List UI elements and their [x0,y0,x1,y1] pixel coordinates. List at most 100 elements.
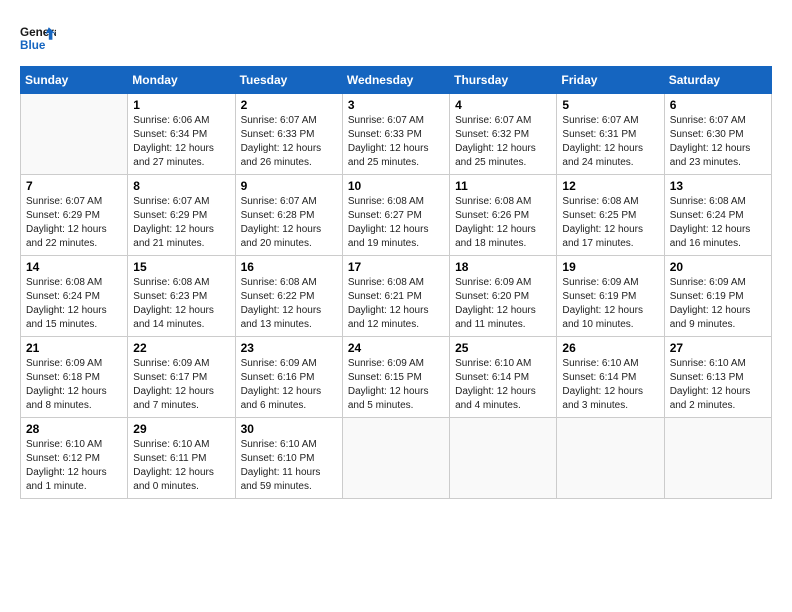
day-number: 21 [26,341,122,355]
calendar-day-13: 13Sunrise: 6:08 AM Sunset: 6:24 PM Dayli… [664,175,771,256]
day-number: 7 [26,179,122,193]
svg-text:Blue: Blue [20,39,46,52]
empty-cell [450,418,557,499]
day-number: 20 [670,260,766,274]
day-info: Sunrise: 6:07 AM Sunset: 6:30 PM Dayligh… [670,114,766,170]
column-header-tuesday: Tuesday [235,67,342,94]
day-info: Sunrise: 6:08 AM Sunset: 6:23 PM Dayligh… [133,276,229,332]
day-info: Sunrise: 6:10 AM Sunset: 6:13 PM Dayligh… [670,357,766,413]
day-info: Sunrise: 6:09 AM Sunset: 6:16 PM Dayligh… [241,357,337,413]
calendar-day-10: 10 Sunrise: 6:08 AM Sunset: 6:27 PM Dayli… [342,175,449,256]
day-info: Sunrise: 6:08 AM Sunset: 6:27 PM Dayligh… [348,195,444,251]
calendar-week-row: 21 Sunrise: 6:09 AM Sunset: 6:18 PM Dayli… [21,337,772,418]
day-info: Sunrise: 6:08 AM Sunset: 6:25 PM Dayligh… [562,195,658,251]
calendar-table: SundayMondayTuesdayWednesdayThursdayFrid… [20,66,772,499]
calendar-day-18: 18 Sunrise: 6:09 AM Sunset: 6:20 PM Dayli… [450,256,557,337]
day-number: 25 [455,341,551,355]
calendar-day-26: 26Sunrise: 6:10 AM Sunset: 6:14 PM Dayli… [557,337,664,418]
column-header-thursday: Thursday [450,67,557,94]
calendar-day-3: 3Sunrise: 6:07 AM Sunset: 6:33 PM Daylig… [342,94,449,175]
calendar-day-5: 5 Sunrise: 6:07 AM Sunset: 6:31 PM Daylig… [557,94,664,175]
column-header-monday: Monday [128,67,235,94]
column-header-sunday: Sunday [21,67,128,94]
calendar-day-17: 17 Sunrise: 6:08 AM Sunset: 6:21 PM Dayli… [342,256,449,337]
day-info: Sunrise: 6:09 AM Sunset: 6:18 PM Dayligh… [26,357,122,413]
day-number: 30 [241,422,337,436]
day-info: Sunrise: 6:08 AM Sunset: 6:22 PM Dayligh… [241,276,337,332]
logo-icon: General Blue [20,20,56,56]
day-number: 18 [455,260,551,274]
day-info: Sunrise: 6:10 AM Sunset: 6:11 PM Dayligh… [133,438,229,494]
day-number: 11 [455,179,551,193]
day-info: Sunrise: 6:10 AM Sunset: 6:14 PM Dayligh… [562,357,658,413]
day-info: Sunrise: 6:07 AM Sunset: 6:33 PM Dayligh… [348,114,444,170]
day-info: Sunrise: 6:08 AM Sunset: 6:26 PM Dayligh… [455,195,551,251]
logo: General Blue [20,20,56,56]
day-number: 5 [562,98,658,112]
calendar-day-20: 20 Sunrise: 6:09 AM Sunset: 6:19 PM Dayli… [664,256,771,337]
calendar-day-7: 7Sunrise: 6:07 AM Sunset: 6:29 PM Daylig… [21,175,128,256]
page-header: General Blue [20,20,772,56]
day-number: 14 [26,260,122,274]
day-info: Sunrise: 6:07 AM Sunset: 6:29 PM Dayligh… [133,195,229,251]
day-info: Sunrise: 6:09 AM Sunset: 6:19 PM Dayligh… [562,276,658,332]
calendar-day-16: 16Sunrise: 6:08 AM Sunset: 6:22 PM Dayli… [235,256,342,337]
empty-cell [21,94,128,175]
day-info: Sunrise: 6:10 AM Sunset: 6:10 PM Dayligh… [241,438,337,494]
day-number: 10 [348,179,444,193]
day-info: Sunrise: 6:07 AM Sunset: 6:32 PM Dayligh… [455,114,551,170]
calendar-day-1: 1 Sunrise: 6:06 AM Sunset: 6:34 PM Daylig… [128,94,235,175]
day-number: 15 [133,260,229,274]
day-number: 23 [241,341,337,355]
calendar-day-23: 23 Sunrise: 6:09 AM Sunset: 6:16 PM Dayli… [235,337,342,418]
calendar-day-8: 8 Sunrise: 6:07 AM Sunset: 6:29 PM Daylig… [128,175,235,256]
calendar-header-row: SundayMondayTuesdayWednesdayThursdayFrid… [21,67,772,94]
day-number: 8 [133,179,229,193]
calendar-day-28: 28 Sunrise: 6:10 AM Sunset: 6:12 PM Dayli… [21,418,128,499]
day-info: Sunrise: 6:07 AM Sunset: 6:33 PM Dayligh… [241,114,337,170]
calendar-day-12: 12 Sunrise: 6:08 AM Sunset: 6:25 PM Dayli… [557,175,664,256]
day-number: 2 [241,98,337,112]
day-number: 4 [455,98,551,112]
day-info: Sunrise: 6:06 AM Sunset: 6:34 PM Dayligh… [133,114,229,170]
day-number: 29 [133,422,229,436]
column-header-wednesday: Wednesday [342,67,449,94]
day-number: 22 [133,341,229,355]
day-number: 9 [241,179,337,193]
day-info: Sunrise: 6:10 AM Sunset: 6:14 PM Dayligh… [455,357,551,413]
day-info: Sunrise: 6:09 AM Sunset: 6:17 PM Dayligh… [133,357,229,413]
calendar-day-14: 14Sunrise: 6:08 AM Sunset: 6:24 PM Dayli… [21,256,128,337]
day-number: 6 [670,98,766,112]
day-info: Sunrise: 6:08 AM Sunset: 6:21 PM Dayligh… [348,276,444,332]
day-info: Sunrise: 6:07 AM Sunset: 6:31 PM Dayligh… [562,114,658,170]
calendar-day-11: 11 Sunrise: 6:08 AM Sunset: 6:26 PM Dayli… [450,175,557,256]
calendar-day-19: 19 Sunrise: 6:09 AM Sunset: 6:19 PM Dayli… [557,256,664,337]
day-number: 17 [348,260,444,274]
column-header-friday: Friday [557,67,664,94]
calendar-day-9: 9 Sunrise: 6:07 AM Sunset: 6:28 PM Daylig… [235,175,342,256]
calendar-day-4: 4 Sunrise: 6:07 AM Sunset: 6:32 PM Daylig… [450,94,557,175]
day-number: 19 [562,260,658,274]
empty-cell [664,418,771,499]
calendar-day-22: 22 Sunrise: 6:09 AM Sunset: 6:17 PM Dayli… [128,337,235,418]
day-info: Sunrise: 6:10 AM Sunset: 6:12 PM Dayligh… [26,438,122,494]
day-number: 13 [670,179,766,193]
calendar-day-30: 30 Sunrise: 6:10 AM Sunset: 6:10 PM Dayli… [235,418,342,499]
calendar-day-27: 27 Sunrise: 6:10 AM Sunset: 6:13 PM Dayli… [664,337,771,418]
calendar-week-row: 14Sunrise: 6:08 AM Sunset: 6:24 PM Dayli… [21,256,772,337]
day-info: Sunrise: 6:07 AM Sunset: 6:28 PM Dayligh… [241,195,337,251]
day-number: 27 [670,341,766,355]
calendar-day-15: 15 Sunrise: 6:08 AM Sunset: 6:23 PM Dayli… [128,256,235,337]
calendar-day-25: 25 Sunrise: 6:10 AM Sunset: 6:14 PM Dayli… [450,337,557,418]
day-info: Sunrise: 6:09 AM Sunset: 6:20 PM Dayligh… [455,276,551,332]
calendar-day-2: 2 Sunrise: 6:07 AM Sunset: 6:33 PM Daylig… [235,94,342,175]
calendar-day-29: 29 Sunrise: 6:10 AM Sunset: 6:11 PM Dayli… [128,418,235,499]
calendar-week-row: 1 Sunrise: 6:06 AM Sunset: 6:34 PM Daylig… [21,94,772,175]
empty-cell [342,418,449,499]
day-info: Sunrise: 6:09 AM Sunset: 6:19 PM Dayligh… [670,276,766,332]
empty-cell [557,418,664,499]
calendar-day-21: 21 Sunrise: 6:09 AM Sunset: 6:18 PM Dayli… [21,337,128,418]
day-number: 28 [26,422,122,436]
day-number: 1 [133,98,229,112]
day-number: 12 [562,179,658,193]
